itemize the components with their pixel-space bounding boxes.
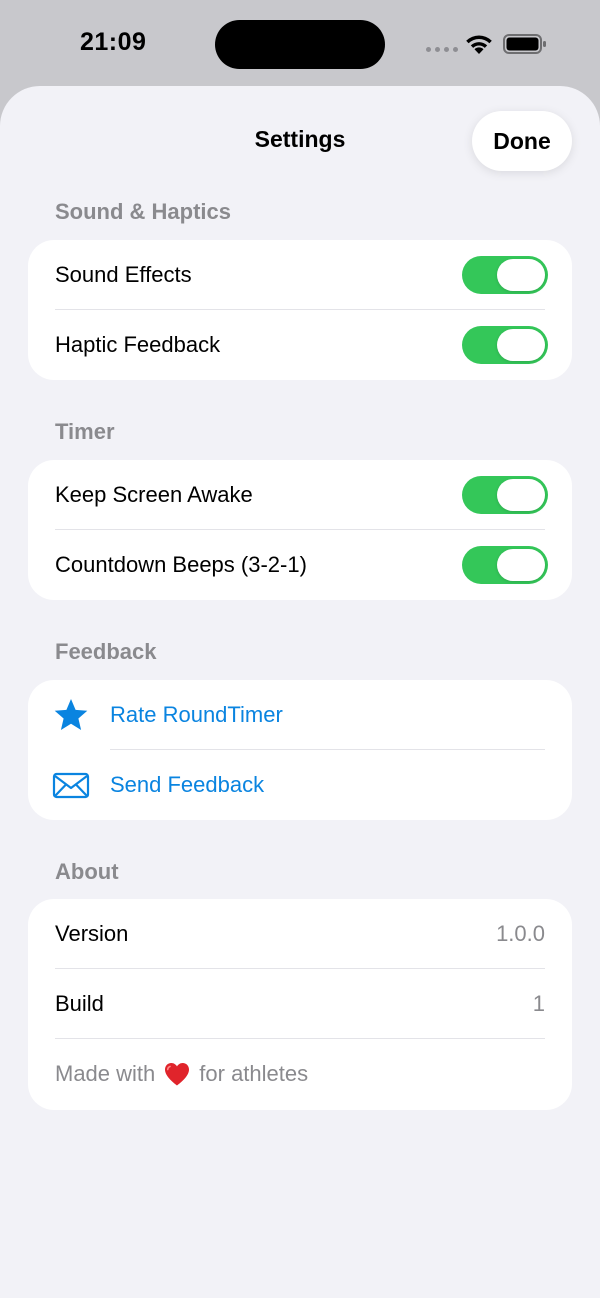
haptic-feedback-toggle[interactable] (462, 326, 548, 364)
row-label: Countdown Beeps (3-2-1) (55, 552, 307, 577)
cellular-signal-icon (426, 47, 458, 52)
row-label: Keep Screen Awake (55, 482, 253, 507)
section-header-timer: Timer (55, 419, 115, 444)
section-header-sound-haptics: Sound & Haptics (55, 199, 232, 224)
send-feedback-label: Send Feedback (110, 772, 265, 797)
card-feedback: Rate RoundTimer Send Feedback (28, 680, 572, 820)
settings-sheet: Settings Done Sound & Haptics Sound Effe… (0, 86, 600, 1298)
card-timer: Keep Screen Awake Countdown Beeps (3-2-1… (28, 460, 572, 600)
toggle-knob (497, 259, 545, 291)
row-label: Haptic Feedback (55, 332, 221, 357)
heart-icon (165, 1063, 190, 1086)
build-value: 1 (532, 991, 545, 1016)
row-label: Build (55, 991, 104, 1016)
made-with-prefix: Made with (55, 1061, 156, 1086)
rate-app-button[interactable]: Rate RoundTimer (28, 680, 572, 750)
row-countdown-beeps: Countdown Beeps (3-2-1) (28, 530, 572, 600)
toggle-knob (497, 549, 545, 581)
row-version: Version 1.0.0 (28, 899, 572, 969)
card-about: Version 1.0.0 Build 1 Made with for athl… (28, 899, 572, 1110)
keep-screen-awake-toggle[interactable] (462, 476, 548, 514)
row-haptic-feedback: Haptic Feedback (28, 310, 572, 380)
status-time: 21:09 (80, 28, 147, 56)
row-made-with: Made with for athletes (28, 1039, 572, 1109)
version-value: 1.0.0 (496, 921, 545, 946)
battery-icon (503, 34, 546, 54)
sound-effects-toggle[interactable] (462, 256, 548, 294)
dynamic-island (215, 20, 385, 69)
status-bar: 21:09 (0, 0, 600, 86)
wifi-icon (466, 35, 492, 54)
countdown-beeps-toggle[interactable] (462, 546, 548, 584)
section-header-about: About (55, 859, 119, 884)
rate-app-label: Rate RoundTimer (110, 702, 283, 727)
toggle-knob (497, 479, 545, 511)
row-keep-screen-awake: Keep Screen Awake (28, 460, 572, 530)
star-icon (54, 699, 88, 730)
made-with-suffix: for athletes (199, 1061, 309, 1086)
made-with-text: Made with for athletes (55, 1039, 308, 1109)
section-header-feedback: Feedback (55, 639, 157, 664)
row-label: Version (55, 921, 129, 946)
row-build: Build 1 (28, 969, 572, 1039)
toggle-knob (497, 329, 545, 361)
row-sound-effects: Sound Effects (28, 240, 572, 310)
envelope-icon (52, 772, 90, 799)
send-feedback-button[interactable]: Send Feedback (28, 750, 572, 820)
row-label: Sound Effects (55, 262, 192, 287)
done-button[interactable]: Done (472, 111, 572, 171)
card-sound-haptics: Sound Effects Haptic Feedback (28, 240, 572, 380)
